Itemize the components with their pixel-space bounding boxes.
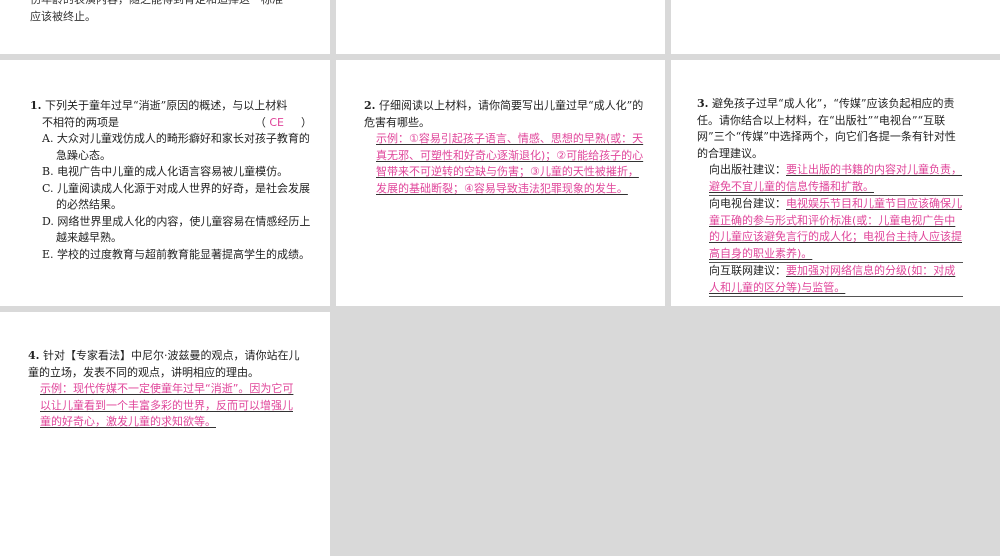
- answer-text: 示例：现代传媒不一定使童年过早“消逝”。因为它可以让儿童看到一个丰富多彩的世界，…: [40, 382, 294, 428]
- option-a: A. 大众对儿童戏仿成人的畸形癖好和家长对孩子教育的急躁心态。: [42, 132, 310, 162]
- question-number: 3.: [697, 97, 709, 110]
- top-text-line1: 伤年龄的表演内容，随之能得到肯定和追捧这一标准: [30, 0, 320, 9]
- question-stem: 避免孩子过早“成人化”，“传媒”应该负起相应的责任。请你结合以上材料，在“出版社…: [697, 97, 956, 160]
- question-number: 1.: [30, 99, 42, 112]
- suggestion-tv: 向电视台建议：电视娱乐节目和儿童节目应该确保儿童正确的参与形式和评价标准(或：儿…: [709, 196, 963, 263]
- answer-paren-open: （: [254, 115, 266, 129]
- option-b: B. 电视广告中儿童的成人化语言容易被儿童模仿。: [42, 165, 289, 178]
- question-2-panel: 2. 仔细阅读以上材料，请你简要写出儿童过早“成人化”的危害有哪些。 示例：①容…: [336, 60, 665, 306]
- question-stem: 不相符的两项是: [42, 115, 119, 129]
- option-e: E. 学校的过度教育与超前教育能显著提高学生的成绩。: [42, 247, 311, 261]
- suggestion-publisher: 向出版社建议：要让出版的书籍的内容对儿童负责，避免不宜儿童的信息传播和扩散。: [709, 162, 963, 196]
- suggestion-label: 向互联网建议：: [709, 264, 786, 277]
- top-text-line2: 应该被终止。: [30, 9, 96, 23]
- suggestion-label: 向电视台建议：: [709, 197, 786, 210]
- top-middle-panel: [336, 0, 665, 54]
- answer-text: 示例：①容易引起孩子语言、情感、思想的早熟(或：天真无邪、可塑性和好奇心逐渐退化…: [376, 132, 644, 195]
- question-4-panel: 4. 针对【专家看法】中尼尔·波兹曼的观点，请你站在儿童的立场，发表不同的观点，…: [0, 312, 330, 556]
- answer-paren-close: ）: [301, 115, 312, 129]
- top-left-panel: 伤年龄的表演内容，随之能得到肯定和追捧这一标准 应该被终止。: [0, 0, 330, 54]
- question-number: 4.: [28, 349, 40, 362]
- suggestion-internet: 向互联网建议：要加强对网络信息的分级(如：对成人和儿童的区分等)与监管。: [709, 263, 963, 297]
- top-right-panel: [671, 0, 1000, 54]
- question-3-panel: 3. 避免孩子过早“成人化”，“传媒”应该负起相应的责任。请你结合以上材料，在“…: [671, 60, 1000, 306]
- option-d: D. 网络世界里成人化的内容，使儿童容易在情感经历上越来越早熟。: [42, 214, 311, 245]
- option-c: C. 儿童阅读成人化源于对成人世界的好奇，是社会发展的必然结果。: [42, 181, 311, 212]
- suggestion-label: 向出版社建议：: [709, 163, 786, 176]
- question-number: 2.: [364, 99, 376, 112]
- question-stem: 针对【专家看法】中尼尔·波兹曼的观点，请你站在儿童的立场，发表不同的观点，讲明相…: [28, 349, 300, 379]
- choice-answer: CE: [269, 115, 284, 129]
- question-1-panel: 1. 下列关于童年过早“消逝”原因的概述，与以上材料 不相符的两项是 （ CE …: [0, 60, 330, 306]
- question-stem: 下列关于童年过早“消逝”原因的概述，与以上材料: [44, 99, 288, 112]
- question-stem: 仔细阅读以上材料，请你简要写出儿童过早“成人化”的危害有哪些。: [364, 99, 644, 129]
